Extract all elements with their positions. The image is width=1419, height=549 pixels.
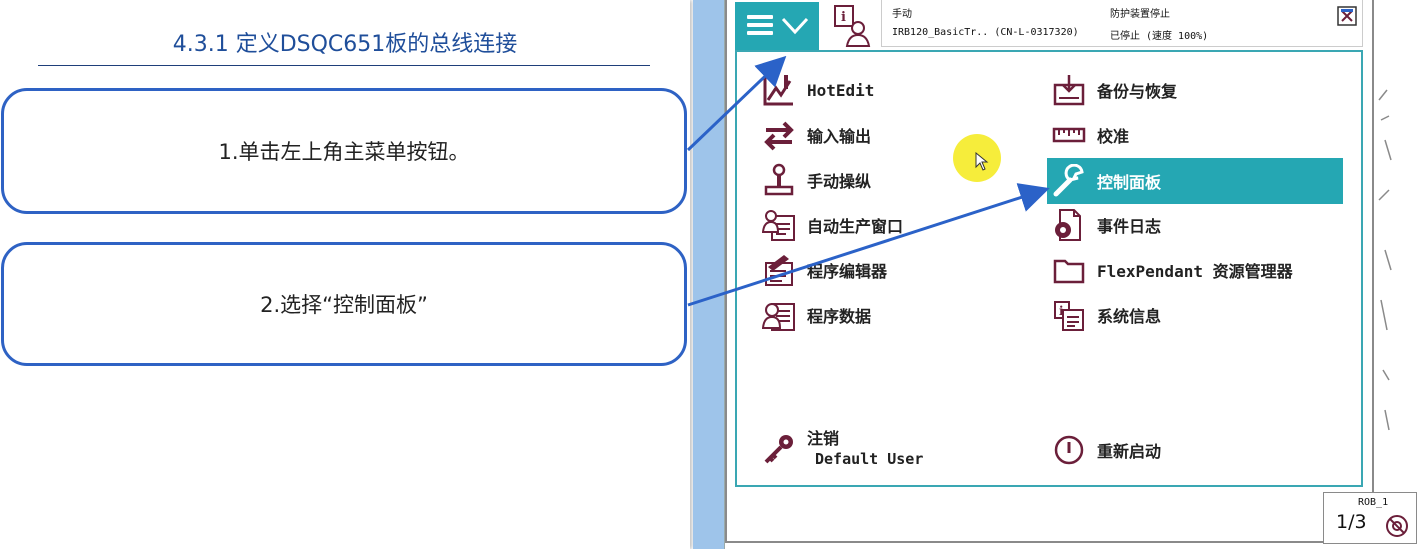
folder-icon	[1051, 252, 1087, 288]
power-icon	[1051, 432, 1087, 468]
slide-panel: 4.3.1 定义DSQC651板的总线连接 1.单击左上角主菜单按钮。 2.选择…	[0, 0, 690, 549]
robot-status-icon	[1386, 515, 1408, 537]
calibration-icon	[1051, 117, 1087, 153]
io-arrows-icon	[761, 117, 797, 153]
menu-label: 程序编辑器	[807, 262, 888, 281]
close-icon[interactable]	[1337, 6, 1357, 26]
menu-item-control-panel[interactable]: 控制面板	[1047, 158, 1343, 204]
menu-item-io[interactable]: 输入输出	[761, 115, 871, 155]
system-info-icon: i	[1051, 297, 1087, 333]
key-icon	[761, 431, 797, 467]
title-divider	[38, 65, 650, 66]
operating-mode: 手动	[892, 9, 912, 20]
step-2-callout: 2.选择“控制面板”	[1, 242, 687, 366]
menu-item-jogging[interactable]: 手动操纵	[761, 160, 871, 200]
robot-task-indicator[interactable]: ROB_1 1/3	[1323, 492, 1417, 544]
menu-item-event-log[interactable]: 事件日志	[1051, 205, 1161, 245]
hamburger-icon	[747, 15, 773, 39]
menu-label: 备份与恢复	[1097, 82, 1178, 101]
system-name: IRB120_BasicTr.. (CN-L-0317320)	[892, 27, 1079, 38]
event-log-icon	[1051, 207, 1087, 243]
main-menu-panel: HotEdit 输入输出 手动操纵 自动生产窗口 程序编辑器 程序数据 备份与恢…	[735, 50, 1363, 487]
slide-title: 4.3.1 定义DSQC651板的总线连接	[172, 32, 518, 57]
menu-label: 输入输出	[807, 127, 872, 146]
menu-label: 手动操纵	[807, 172, 872, 191]
step-1-text: 1.单击左上角主菜单按钮。	[218, 140, 470, 164]
side-scrollbar-marks	[1378, 89, 1392, 431]
flexpendant-screen: i 手动 IRB120_BasicTr.. (CN-L-0317320) 防护装…	[724, 0, 1419, 549]
svg-text:i: i	[841, 10, 846, 25]
menu-label: HotEdit	[807, 80, 875, 100]
menu-item-program-data[interactable]: 程序数据	[761, 295, 871, 335]
restart-button[interactable]: 重新启动	[1051, 430, 1161, 470]
current-user: Default User	[815, 450, 924, 468]
menu-label: 程序数据	[807, 307, 872, 326]
menu-item-hotedit[interactable]: HotEdit	[761, 70, 874, 110]
guard-state: 防护装置停止	[1110, 9, 1170, 20]
logout-label: 注销	[807, 429, 840, 448]
mouse-cursor-icon	[975, 152, 989, 171]
robot-name: ROB_1	[1358, 497, 1389, 508]
menu-label: 重新启动	[1097, 442, 1162, 461]
chevron-down-icon	[781, 17, 809, 35]
status-bar[interactable]: 手动 IRB120_BasicTr.. (CN-L-0317320) 防护装置停…	[881, 0, 1363, 47]
hotedit-icon	[761, 72, 797, 108]
main-menu-button[interactable]	[735, 2, 819, 50]
info-person-icon[interactable]: i	[831, 4, 875, 48]
menu-label: 自动生产窗口	[807, 217, 904, 236]
menu-item-system-info[interactable]: i 系统信息	[1051, 295, 1161, 335]
wrench-icon	[1051, 163, 1087, 199]
menu-label: FlexPendant 资源管理器	[1097, 262, 1293, 281]
menu-item-production-window[interactable]: 自动生产窗口	[761, 205, 903, 245]
menu-item-flexpendant-explorer[interactable]: FlexPendant 资源管理器	[1051, 250, 1293, 290]
task-fraction: 1/3	[1336, 511, 1367, 533]
menu-item-calibration[interactable]: 校准	[1051, 115, 1129, 155]
backup-icon	[1051, 72, 1087, 108]
menu-label: 事件日志	[1097, 217, 1162, 236]
logout-button[interactable]: 注销 Default User	[761, 427, 923, 471]
program-editor-icon	[761, 252, 797, 288]
run-state: 已停止 (速度 100%)	[1110, 31, 1209, 42]
step-1-callout: 1.单击左上角主菜单按钮。	[1, 88, 687, 214]
menu-item-backup-restore[interactable]: 备份与恢复	[1051, 70, 1177, 110]
program-data-icon	[761, 297, 797, 333]
menu-label: 系统信息	[1097, 307, 1162, 326]
joystick-icon	[761, 162, 797, 198]
menu-label: 控制面板	[1097, 173, 1162, 192]
production-window-icon	[761, 207, 797, 243]
background-strip	[693, 0, 724, 549]
menu-item-program-editor[interactable]: 程序编辑器	[761, 250, 887, 290]
menu-label: 校准	[1097, 127, 1130, 146]
step-2-text: 2.选择“控制面板”	[260, 293, 428, 317]
